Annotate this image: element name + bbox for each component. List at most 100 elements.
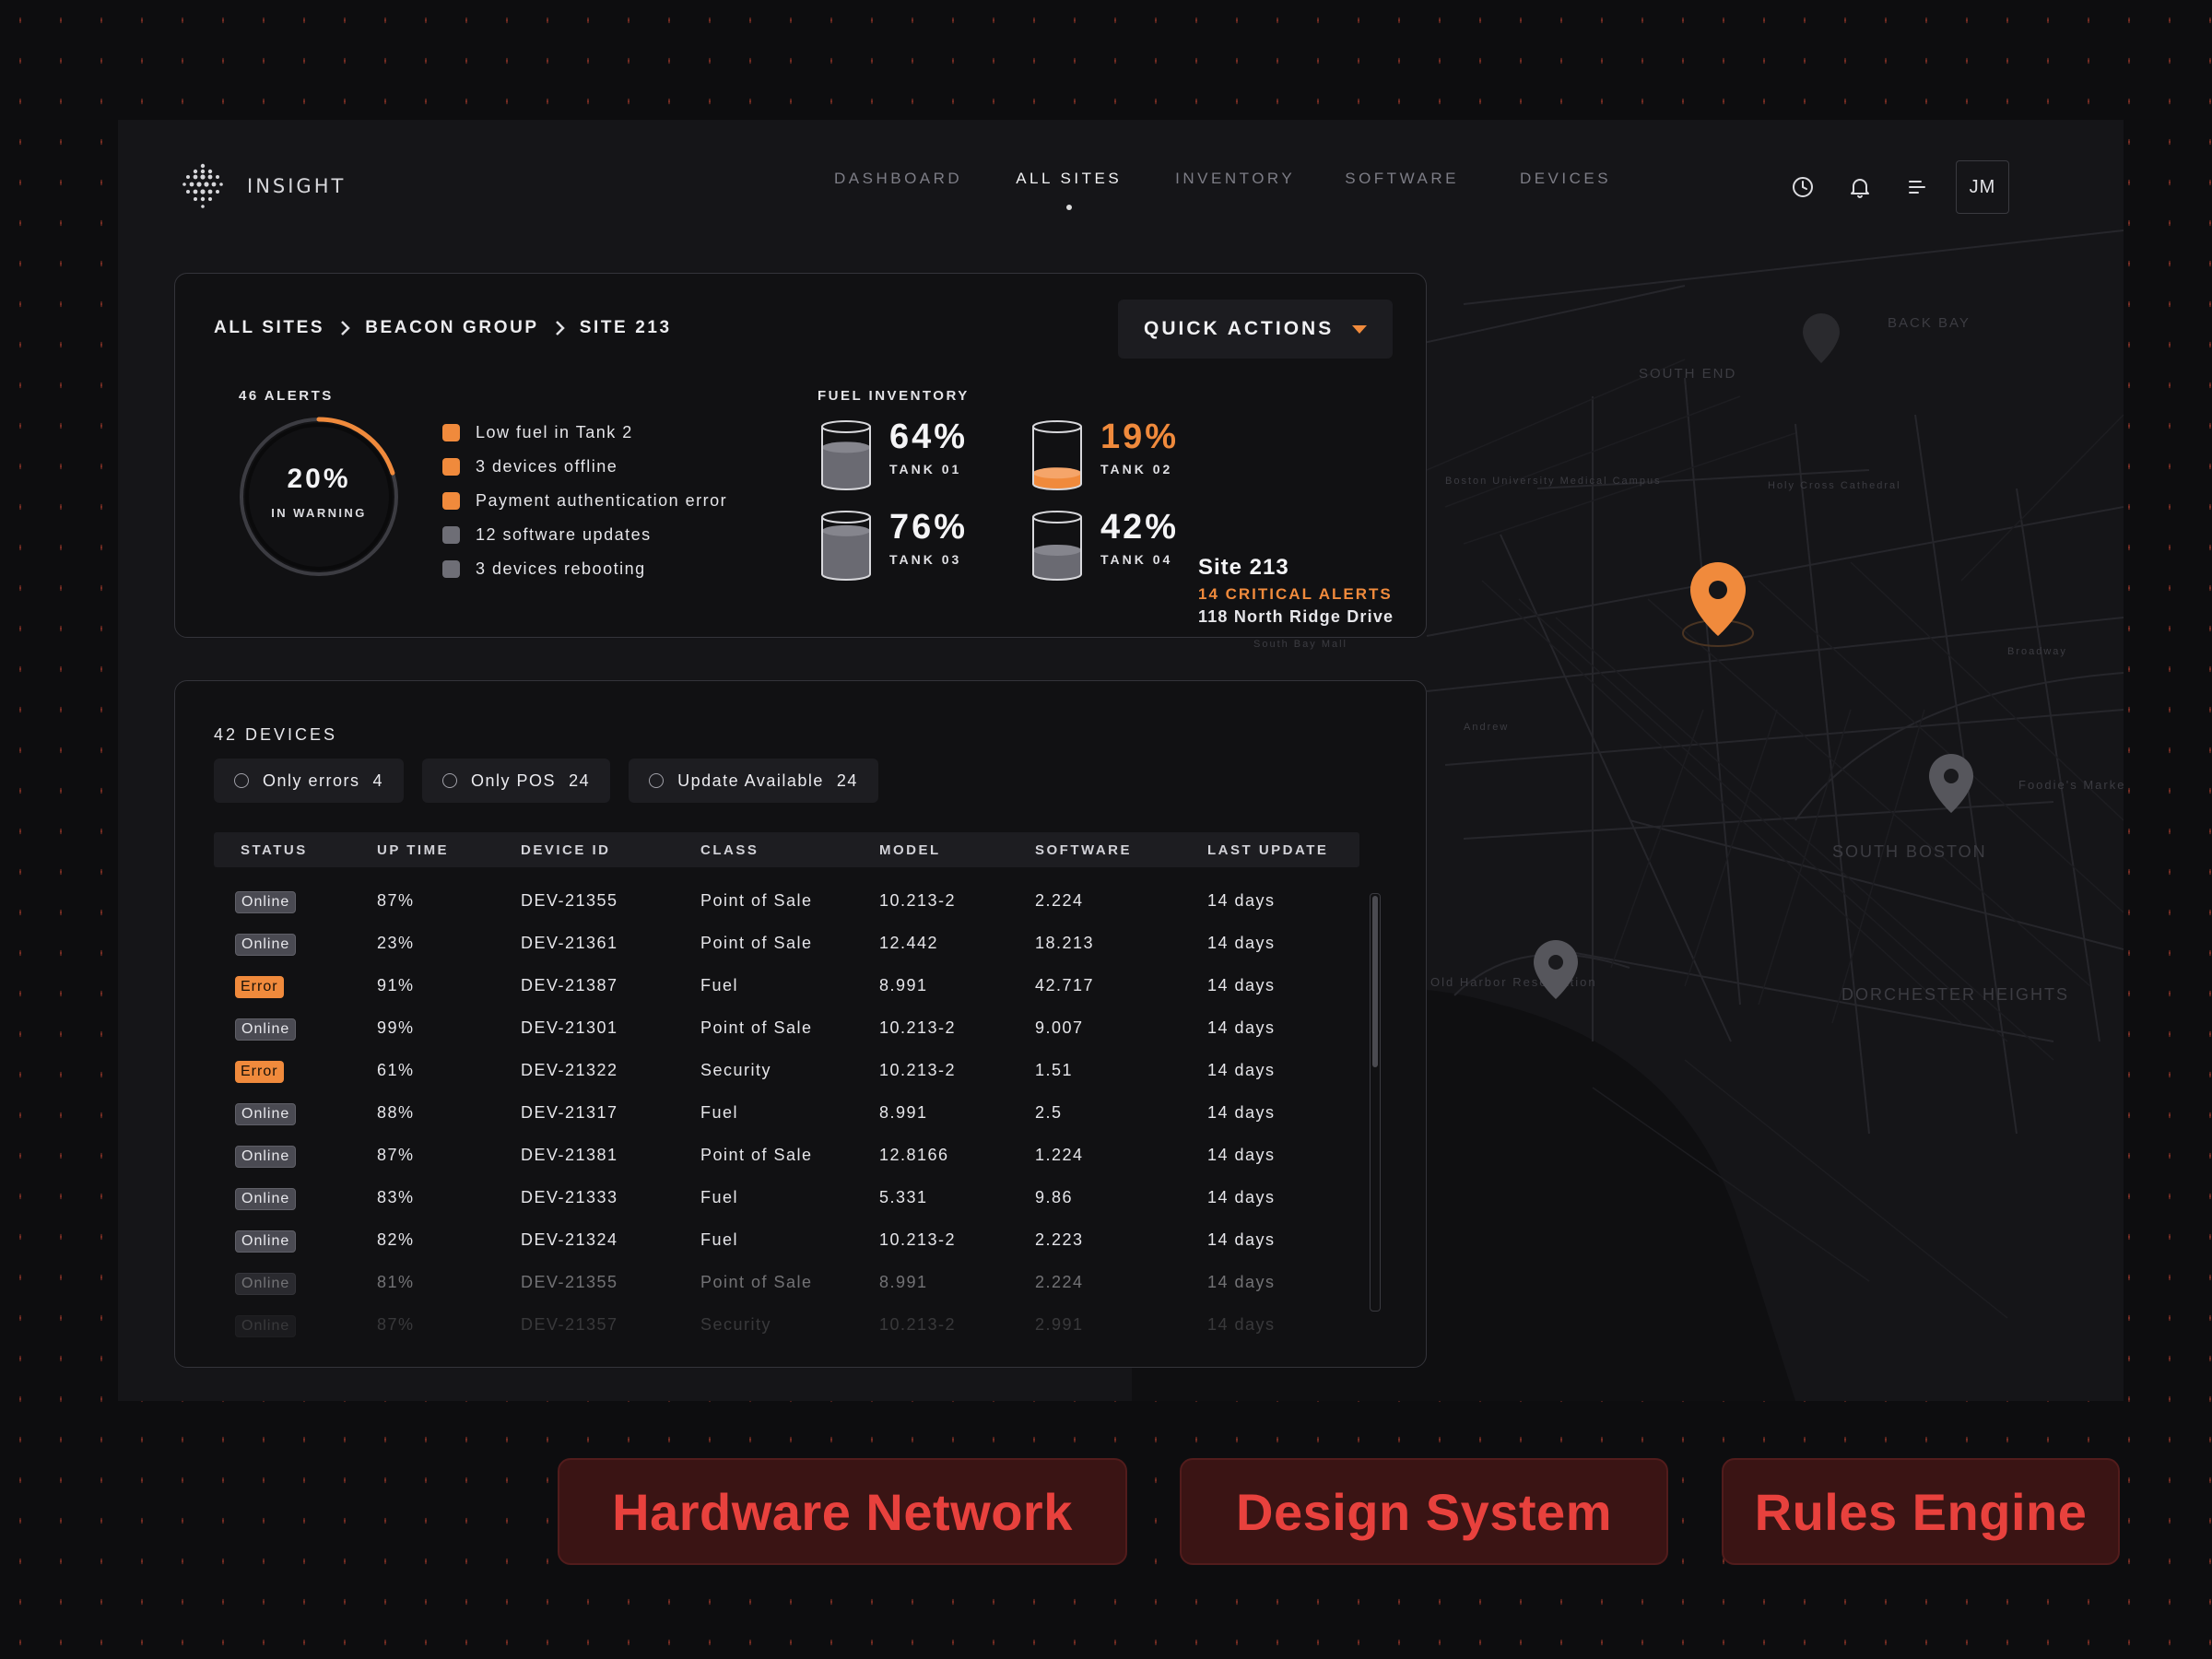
nav-dashboard[interactable]: DASHBOARD: [832, 170, 964, 188]
cell-uptime: 83%: [377, 1188, 415, 1206]
table-row[interactable]: Online 99% DEV-21301 Point of Sale 10.213-2 9…: [214, 1007, 1359, 1050]
nav-software[interactable]: SOFTWARE: [1343, 170, 1461, 188]
tag-hardware-network: Hardware Network: [558, 1458, 1127, 1565]
cell-updated: 14 days: [1207, 1018, 1276, 1037]
column-header-class[interactable]: CLASS: [700, 842, 759, 858]
scrollbar-thumb[interactable]: [1371, 896, 1378, 1067]
cell-class: Fuel: [700, 1103, 739, 1122]
table-row[interactable]: Online 82% DEV-21324 Fuel 10.213-2 2.223 14 da…: [214, 1219, 1359, 1262]
tank-name: TANK 02: [1100, 462, 1173, 477]
app-window: SOUTH END BACK BAY SOUTH BOSTON DORCHEST…: [118, 120, 2124, 1401]
cell-class: Fuel: [700, 1188, 739, 1206]
column-header-uptime[interactable]: UP TIME: [377, 842, 449, 858]
column-header-device-id[interactable]: DEVICE ID: [521, 842, 611, 858]
map-label: SOUTH BOSTON: [1832, 842, 1987, 861]
cell-id: DEV-21333: [521, 1188, 618, 1206]
table-row[interactable]: Online 87% DEV-21355 Point of Sale 10.213-2 2…: [214, 880, 1359, 923]
tank-icon: [821, 420, 871, 490]
tank-percent: 19%: [1100, 418, 1180, 456]
cell-class: Point of Sale: [700, 934, 813, 952]
alert-text: 3 devices offline: [476, 457, 618, 476]
tank-percent: 42%: [1100, 508, 1180, 547]
map-label: Andrew: [1464, 722, 1509, 733]
cell-uptime: 87%: [377, 891, 415, 910]
header-actions: JM: [1784, 160, 2009, 214]
cell-id: DEV-21317: [521, 1103, 618, 1122]
tank-04[interactable]: 42% TANK 04: [1030, 510, 1179, 582]
alert-marker: [442, 458, 460, 476]
column-header-model[interactable]: MODEL: [879, 842, 941, 858]
caret-down-icon: [1352, 325, 1367, 334]
cell-class: Security: [700, 1061, 772, 1079]
column-header-last-update[interactable]: LAST UPDATE: [1207, 842, 1328, 858]
alert-marker: [442, 526, 460, 544]
filter-only-pos[interactable]: Only POS 24: [422, 759, 611, 803]
table-row[interactable]: Online 23% DEV-21361 Point of Sale 12.442 18.…: [214, 923, 1359, 965]
filter-label: Only errors: [263, 771, 360, 790]
table-row[interactable]: Online 83% DEV-21333 Fuel 5.331 9.86 14 days: [214, 1177, 1359, 1219]
cell-uptime: 87%: [377, 1146, 415, 1164]
map-label: SOUTH END: [1639, 366, 1736, 382]
table-row[interactable]: Online 81% DEV-21355 Point of Sale 8.991 2.22…: [214, 1262, 1359, 1304]
tank-03[interactable]: 76% TANK 03: [819, 510, 968, 582]
cell-software: 18.213: [1035, 934, 1095, 952]
alert-marker: [442, 560, 460, 578]
cell-uptime: 82%: [377, 1230, 415, 1249]
status-badge: Online: [235, 1273, 297, 1295]
app-logo[interactable]: INSIGHT: [179, 160, 346, 212]
alerts-count: 46 ALERTS: [239, 388, 334, 404]
cell-uptime: 87%: [377, 1315, 415, 1334]
table-scrollbar[interactable]: [1370, 893, 1381, 1312]
table-row[interactable]: Online 88% DEV-21317 Fuel 8.991 2.5 14 days: [214, 1092, 1359, 1135]
nav-devices[interactable]: DEVICES: [1518, 170, 1613, 188]
alert-item[interactable]: 3 devices offline: [442, 450, 727, 484]
radio-icon: [234, 773, 249, 788]
filter-label: Only POS: [471, 771, 557, 790]
cell-model: 10.213-2: [879, 1315, 957, 1334]
filter-only-errors[interactable]: Only errors 4: [214, 759, 405, 803]
cell-software: 9.86: [1035, 1188, 1074, 1206]
quick-actions-button[interactable]: QUICK ACTIONS: [1118, 300, 1393, 359]
map-label: DORCHESTER HEIGHTS: [1841, 985, 2069, 1004]
tank-02[interactable]: 19% TANK 02: [1030, 419, 1179, 491]
breadcrumb-site[interactable]: SITE 213: [580, 318, 672, 338]
alert-marker: [442, 424, 460, 441]
filter-update-available[interactable]: Update Available 24: [629, 759, 878, 803]
cell-class: Point of Sale: [700, 1273, 813, 1291]
cell-model: 10.213-2: [879, 1018, 957, 1037]
chevron-right-icon: [554, 320, 565, 336]
map-label: Foodie's Market: [2018, 778, 2124, 792]
site-callout[interactable]: Site 213 14 CRITICAL ALERTS 118 North Ri…: [1198, 555, 1394, 627]
alert-item[interactable]: 12 software updates: [442, 518, 727, 552]
status-badge: Online: [235, 1018, 297, 1041]
bell-icon[interactable]: [1841, 169, 1878, 206]
tank-01[interactable]: 64% TANK 01: [819, 419, 968, 491]
user-avatar[interactable]: JM: [1956, 160, 2009, 214]
clock-icon[interactable]: [1784, 169, 1821, 206]
cell-uptime: 23%: [377, 934, 415, 952]
alert-item[interactable]: 3 devices rebooting: [442, 552, 727, 586]
alert-item[interactable]: Low fuel in Tank 2: [442, 416, 727, 450]
column-header-status[interactable]: STATUS: [241, 842, 308, 858]
nav-inventory[interactable]: INVENTORY: [1173, 170, 1297, 188]
cell-updated: 14 days: [1207, 1188, 1276, 1206]
table-row[interactable]: Online 87% DEV-21357 Security 10.213-2 2.991 1…: [214, 1304, 1359, 1347]
cell-id: DEV-21355: [521, 1273, 618, 1291]
main-nav: DASHBOARD ALL SITES INVENTORY SOFTWARE D…: [832, 170, 1613, 210]
cell-id: DEV-21357: [521, 1315, 618, 1334]
column-header-software[interactable]: SOFTWARE: [1035, 842, 1132, 858]
cell-software: 1.51: [1035, 1061, 1074, 1079]
status-badge: Online: [235, 934, 297, 956]
breadcrumb-all-sites[interactable]: ALL SITES: [214, 318, 324, 338]
alert-item[interactable]: Payment authentication error: [442, 484, 727, 518]
table-row[interactable]: Error 91% DEV-21387 Fuel 8.991 42.717 14 days: [214, 965, 1359, 1007]
tag-rules-engine: Rules Engine: [1722, 1458, 2120, 1565]
cell-model: 10.213-2: [879, 891, 957, 910]
breadcrumb-beacon-group[interactable]: BEACON GROUP: [365, 318, 539, 338]
table-row[interactable]: Online 87% DEV-21381 Point of Sale 12.8166 1.…: [214, 1135, 1359, 1177]
radio-icon: [649, 773, 665, 788]
cell-model: 10.213-2: [879, 1061, 957, 1079]
menu-icon[interactable]: [1899, 169, 1936, 206]
table-row[interactable]: Error 61% DEV-21322 Security 10.213-2 1.51 14 …: [214, 1050, 1359, 1092]
nav-all-sites[interactable]: ALL SITES: [1014, 170, 1124, 210]
